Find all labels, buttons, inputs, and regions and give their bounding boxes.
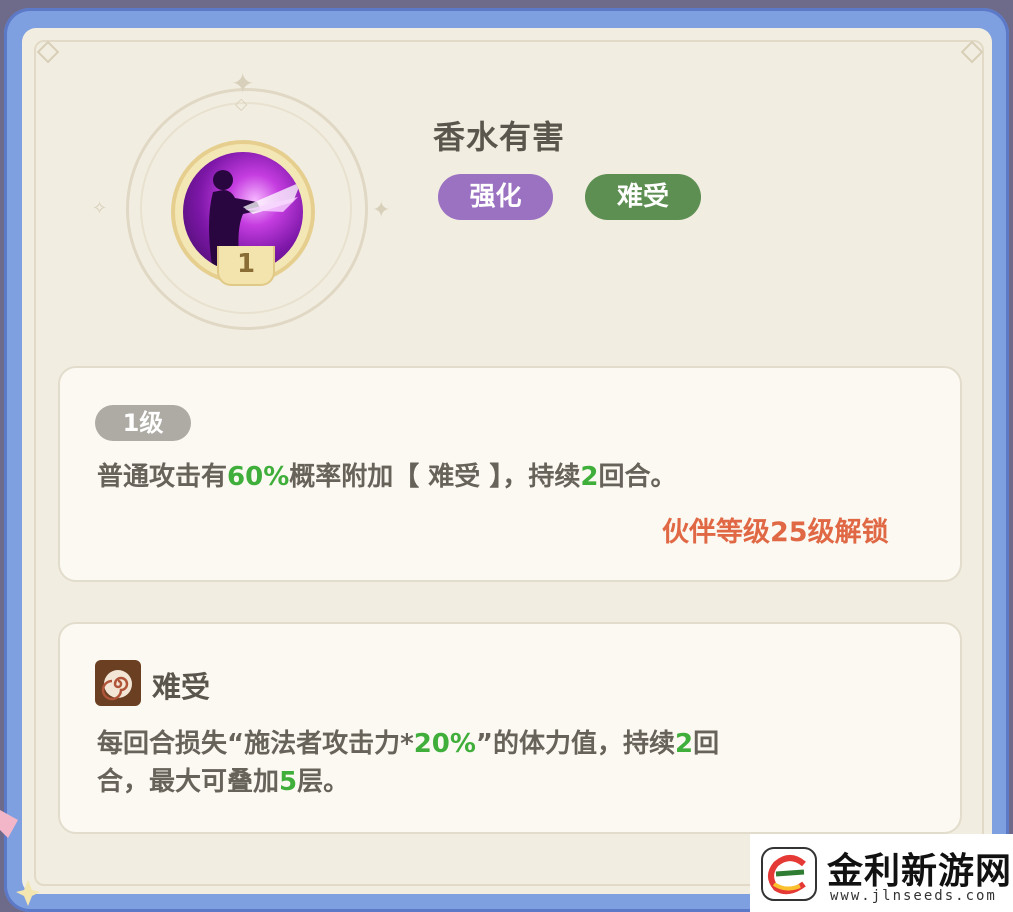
skill-level-badge: 1 — [217, 246, 275, 286]
skill-name: 香水有害 — [433, 118, 566, 156]
desc-highlight: 2 — [675, 729, 694, 759]
desc-text: 概率附加【 难受 】，持续 — [289, 462, 581, 492]
effect-name: 难受 — [152, 670, 211, 704]
desc-highlight: 20% — [413, 729, 476, 759]
sparkle-icon: ✦ — [372, 198, 391, 223]
level-pill: 1级 — [95, 405, 191, 441]
desc-highlight: 60% — [227, 462, 290, 492]
desc-text: 回 — [693, 729, 720, 759]
star-decoration-icon — [0, 810, 40, 906]
desc-text: 回合。 — [598, 462, 677, 492]
watermark: 金利新游网 www.jlnseeds.com — [750, 834, 1013, 912]
swirl-debuff-icon — [95, 660, 141, 706]
desc-text: 合，最大可叠加 — [97, 767, 280, 797]
watermark-title: 金利新游网 — [827, 850, 1013, 892]
desc-highlight: 2 — [580, 462, 599, 492]
sparkle-icon: ✧ — [92, 198, 108, 219]
level-description: 普通攻击有60%概率附加【 难受 】，持续2回合。 — [97, 457, 676, 497]
site-logo-icon — [761, 847, 817, 901]
effect-description-line2: 合，最大可叠加5层。 — [97, 762, 349, 802]
watermark-url: www.jlnseeds.com — [830, 888, 997, 904]
effect-description-line1: 每回合损失“施法者攻击力*20%”的体力值，持续2回 — [97, 724, 719, 764]
desc-text: 层。 — [297, 767, 350, 797]
tag-buff[interactable]: 强化 — [438, 174, 553, 220]
desc-text: ”的体力值，持续 — [475, 729, 676, 759]
diamond-icon: ◇ — [235, 94, 248, 113]
unlock-requirement: 伙伴等级25级解锁 — [662, 517, 889, 548]
desc-text: 普通攻击有 — [97, 462, 228, 492]
desc-highlight: 5 — [279, 767, 298, 797]
tag-debuff[interactable]: 难受 — [585, 174, 701, 220]
desc-text: 每回合损失“施法者攻击力* — [97, 729, 414, 759]
